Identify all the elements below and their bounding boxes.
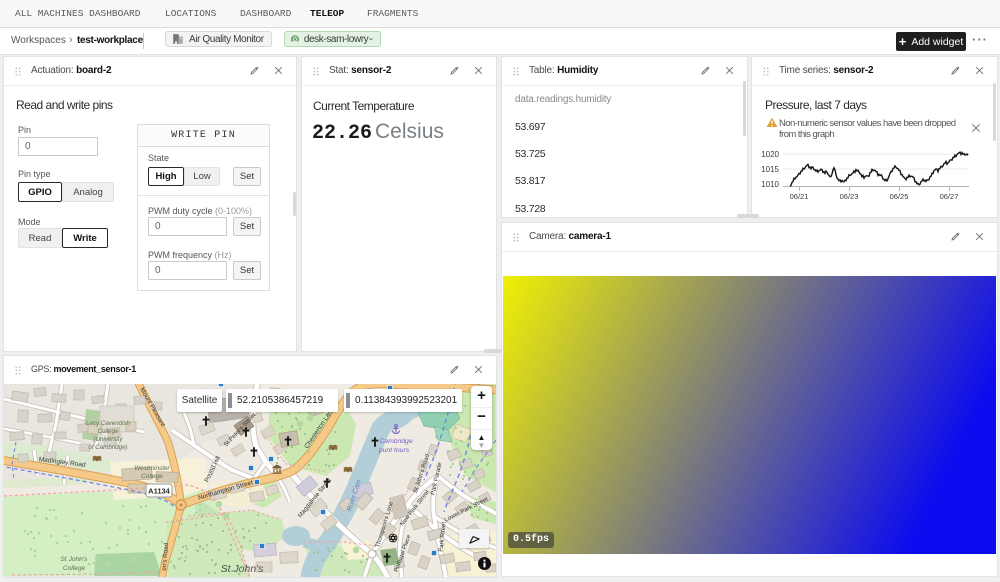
svg-text:College: College — [98, 428, 120, 435]
svg-text:Cambridge: Cambridge — [379, 438, 412, 445]
svg-text:06/21: 06/21 — [790, 192, 809, 201]
svg-text:A1134: A1134 — [148, 487, 171, 496]
svg-text:06/23: 06/23 — [840, 192, 859, 201]
svg-text:(University: (University — [93, 436, 123, 443]
svg-text:06/25: 06/25 — [890, 192, 909, 201]
svg-text:punt tours: punt tours — [378, 447, 410, 454]
svg-text:1015: 1015 — [761, 165, 779, 174]
svg-text:1020: 1020 — [761, 150, 779, 159]
svg-text:Lucy Cavendish: Lucy Cavendish — [86, 420, 131, 427]
svg-text:St John's: St John's — [61, 556, 89, 563]
svg-text:College: College — [141, 473, 163, 480]
svg-text:College: College — [63, 565, 86, 572]
svg-text:1010: 1010 — [761, 180, 779, 189]
svg-text:St John's: St John's — [221, 563, 265, 575]
svg-text:Westminster: Westminster — [134, 465, 170, 472]
svg-text:06/27: 06/27 — [940, 192, 959, 201]
svg-text:of Cambridge): of Cambridge) — [88, 444, 127, 451]
